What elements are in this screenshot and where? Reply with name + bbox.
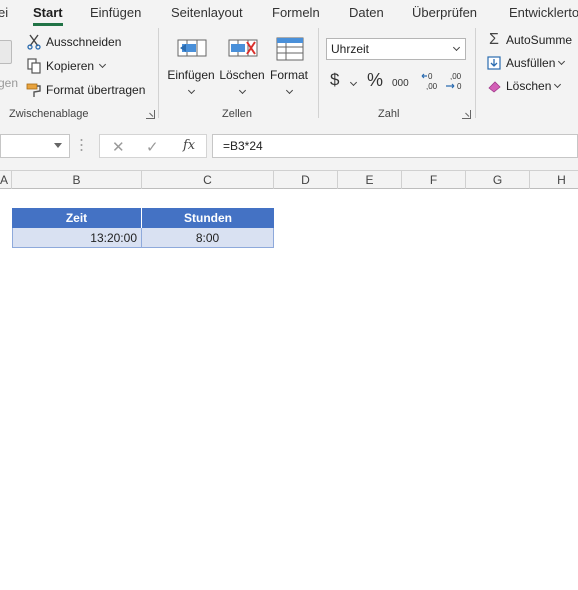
tab-datei[interactable]: ei	[0, 5, 8, 20]
format-cells-label: Format	[269, 68, 308, 82]
number-format-select[interactable]: Uhrzeit	[326, 38, 466, 60]
table-cell[interactable]: 13:20:00	[12, 228, 142, 248]
svg-text:,00: ,00	[426, 82, 438, 91]
column-header-e[interactable]: E	[338, 171, 402, 189]
formula-input[interactable]: =B3*24	[212, 134, 578, 158]
cancel-icon[interactable]: ✕	[112, 138, 125, 156]
tab-einfuegen[interactable]: Einfügen	[90, 5, 141, 20]
autosum-button[interactable]: Σ AutoSumme	[486, 30, 572, 50]
chevron-down-icon[interactable]	[238, 86, 246, 95]
chevron-down-icon[interactable]	[558, 57, 566, 66]
ribbon: gen Ausschneiden Kopieren Format übertra…	[0, 26, 578, 124]
chevron-down-icon[interactable]	[99, 60, 107, 69]
fill-down-icon	[486, 55, 502, 71]
svg-text:,00: ,00	[450, 72, 462, 81]
insert-cells-icon	[176, 34, 207, 62]
tab-daten[interactable]: Daten	[349, 5, 384, 20]
column-header-d[interactable]: D	[274, 171, 338, 189]
decrease-decimal-button[interactable]: ,00 0	[445, 70, 465, 92]
svg-text:0: 0	[428, 72, 433, 81]
table-cell[interactable]: 8:00	[142, 228, 274, 248]
thousands-separator-icon: 000	[392, 78, 409, 89]
worksheet-grid[interactable]: Zeit Stunden 13:20:00 8:00	[0, 189, 578, 590]
delete-cells-icon	[227, 34, 258, 62]
copy-label: Kopieren	[46, 59, 95, 73]
number-dialog-launcher-icon[interactable]	[462, 110, 471, 119]
scissors-icon	[26, 34, 42, 50]
enter-icon[interactable]: ✓	[146, 138, 159, 156]
clipboard-group-label: Zwischenablage	[9, 108, 89, 120]
thousands-separator-button[interactable]: 000	[392, 75, 414, 93]
column-header-h[interactable]: H	[530, 171, 578, 189]
cut-label: Ausschneiden	[46, 35, 122, 49]
number-group-label: Zahl	[378, 108, 400, 120]
chevron-down-icon[interactable]	[54, 143, 62, 148]
paste-label: gen	[0, 76, 19, 90]
format-cells-button[interactable]: Format	[265, 34, 313, 104]
paintbrush-icon	[26, 82, 42, 98]
insert-cells-button[interactable]: Einfügen	[167, 34, 215, 104]
tab-start[interactable]: Start	[33, 5, 63, 20]
insert-cells-label: Einfügen	[167, 68, 215, 82]
tab-entwicklertools[interactable]: Entwicklertools	[509, 5, 578, 20]
column-header-f[interactable]: F	[402, 171, 466, 189]
tab-seitenlayout[interactable]: Seitenlayout	[171, 5, 243, 20]
tab-ueberpruefen[interactable]: Überprüfen	[412, 5, 477, 20]
clear-button[interactable]: Löschen	[486, 76, 562, 96]
chevron-down-icon[interactable]	[187, 86, 195, 95]
percent-icon: %	[367, 70, 384, 90]
cells-group-label: Zellen	[222, 108, 252, 120]
resize-grip-icon[interactable]	[80, 138, 83, 152]
copy-icon	[26, 58, 42, 74]
column-header-g[interactable]: G	[466, 171, 530, 189]
ribbon-tab-bar: ei Start Einfügen Seitenlayout Formeln D…	[0, 0, 578, 26]
increase-decimal-button[interactable]: 0,00	[421, 70, 441, 92]
paste-button[interactable]: gen	[0, 36, 20, 96]
group-divider	[318, 28, 319, 118]
delete-cells-button[interactable]: Löschen	[218, 34, 266, 104]
dollar-icon: $	[330, 70, 340, 89]
format-painter-button[interactable]: Format übertragen	[26, 80, 145, 100]
chevron-down-icon[interactable]	[554, 80, 562, 89]
increase-decimal-icon: 0,00	[421, 72, 438, 91]
paste-icon	[0, 40, 12, 64]
formula-bar-area: ✕ ✓ fx =B3*24	[0, 124, 578, 170]
format-painter-label: Format übertragen	[46, 83, 146, 97]
fill-button[interactable]: Ausfüllen	[486, 53, 566, 73]
column-header-a[interactable]: A	[0, 171, 12, 189]
table-header-cell[interactable]: Zeit	[12, 208, 142, 228]
number-format-value: Uhrzeit	[331, 42, 370, 56]
decrease-decimal-icon: ,000	[446, 72, 462, 91]
sigma-icon: Σ	[489, 31, 499, 48]
autosum-label: AutoSumme	[506, 33, 573, 47]
chevron-down-icon[interactable]	[285, 86, 293, 95]
formula-buttons: ✕ ✓ fx	[99, 134, 207, 158]
eraser-icon	[486, 78, 502, 94]
group-divider	[158, 28, 159, 118]
currency-format-button[interactable]: $	[330, 70, 360, 94]
group-divider	[475, 28, 476, 118]
column-header-row: A B C D E F G H	[0, 170, 578, 189]
clear-label: Löschen	[506, 79, 552, 93]
delete-cells-label: Löschen	[219, 68, 265, 82]
fill-label: Ausfüllen	[506, 56, 556, 70]
chevron-down-icon	[452, 43, 461, 52]
insert-function-icon[interactable]: fx	[183, 138, 195, 153]
name-box[interactable]	[0, 134, 70, 158]
clipboard-dialog-launcher-icon[interactable]	[146, 110, 155, 119]
cut-button[interactable]: Ausschneiden	[26, 32, 121, 52]
tab-formeln[interactable]: Formeln	[272, 5, 320, 20]
percent-format-button[interactable]: %	[367, 70, 387, 94]
copy-button[interactable]: Kopieren	[26, 56, 107, 76]
svg-text:0: 0	[457, 82, 462, 91]
column-header-c[interactable]: C	[142, 171, 274, 189]
column-header-b[interactable]: B	[12, 171, 142, 189]
chevron-down-icon[interactable]	[349, 78, 357, 87]
table-header-cell[interactable]: Stunden	[142, 208, 274, 228]
format-cells-icon	[274, 34, 304, 62]
